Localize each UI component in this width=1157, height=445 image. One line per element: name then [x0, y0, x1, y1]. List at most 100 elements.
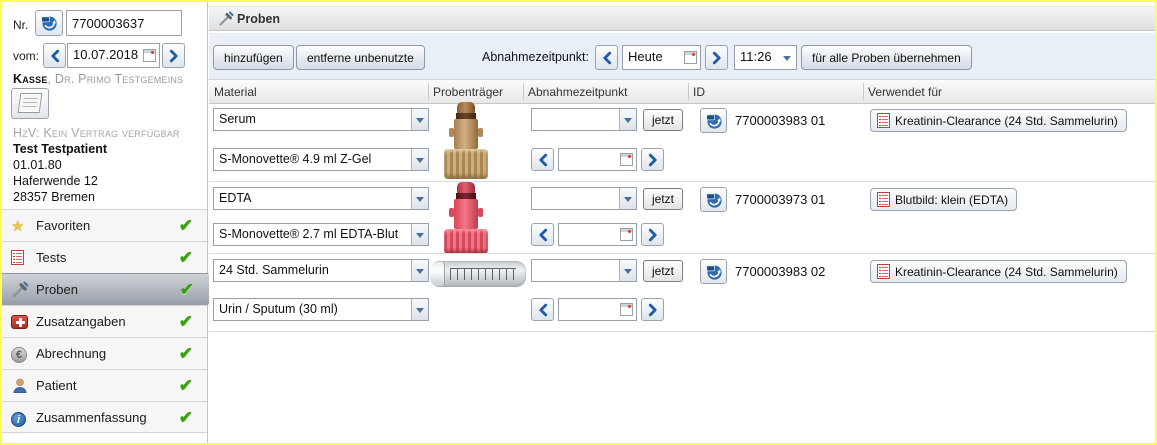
sample-id-button[interactable] — [700, 108, 727, 133]
print-form-button[interactable] — [11, 88, 49, 119]
chevron-down-icon — [416, 158, 424, 163]
serum-tube-image — [443, 102, 489, 180]
euro-coin-icon: € — [11, 345, 29, 363]
used-for-badge[interactable]: Kreatinin-Clearance (24 Std. Sammelurin) — [870, 109, 1127, 132]
collection-time-select-row[interactable] — [531, 187, 637, 210]
chevron-left-icon — [50, 49, 59, 62]
collection-date-field-row[interactable] — [558, 148, 637, 171]
test-document-icon — [877, 113, 890, 128]
toolbar: hinzufügen entferne unbenutzte Abnahmeze… — [209, 33, 1155, 79]
sample-id-icon — [706, 265, 722, 280]
sidebar-item-favoriten[interactable]: ★ Favoriten ✔ — [2, 209, 207, 241]
sample-id-button[interactable] — [700, 187, 727, 212]
previous-date-button[interactable] — [531, 298, 554, 321]
urine-tube-image — [430, 261, 526, 287]
chevron-right-icon — [648, 153, 657, 166]
next-date-button[interactable] — [641, 298, 664, 321]
add-sample-button[interactable]: hinzufügen — [213, 45, 294, 70]
calendar-icon[interactable] — [620, 153, 633, 166]
used-for-badge[interactable]: Blutbild: klein (EDTA) — [870, 188, 1018, 211]
apply-to-all-samples-button[interactable]: für alle Proben übernehmen — [801, 45, 972, 70]
collection-date-field[interactable]: Heute — [622, 45, 701, 70]
sample-id-button[interactable] — [700, 259, 727, 284]
sidebar-item-abrechnung[interactable]: € Abrechnung ✔ — [2, 337, 207, 369]
calendar-icon[interactable] — [143, 49, 156, 62]
set-time-now-button[interactable]: jetzt — [643, 188, 684, 210]
order-number-button[interactable] — [35, 10, 63, 36]
previous-day-button[interactable] — [595, 45, 618, 70]
set-time-now-button[interactable]: jetzt — [643, 109, 684, 131]
order-number-input[interactable] — [66, 10, 182, 36]
chevron-right-icon — [712, 51, 721, 64]
next-date-button[interactable] — [162, 43, 185, 68]
abnahmezeitpunkt-label: Abnahmezeitpunkt: — [481, 50, 589, 64]
chevron-down-icon — [416, 269, 424, 274]
calendar-icon[interactable] — [620, 303, 633, 316]
chevron-down-icon — [416, 308, 424, 313]
used-for-badge[interactable]: Kreatinin-Clearance (24 Std. Sammelurin) — [870, 260, 1127, 283]
material-select[interactable]: EDTA — [213, 187, 429, 210]
sample-id-icon — [706, 193, 722, 208]
container-select[interactable]: Urin / Sputum (30 ml) — [213, 298, 429, 321]
chevron-down-icon — [624, 269, 632, 274]
order-date-label: vom: — [13, 49, 40, 63]
sample-id-icon — [41, 16, 57, 31]
sample-id-value: 7700003973 01 — [735, 192, 826, 207]
previous-date-button[interactable] — [43, 43, 66, 68]
calendar-icon[interactable] — [620, 228, 633, 241]
step-complete-check-icon: ✔ — [178, 408, 193, 427]
chevron-left-icon — [538, 303, 547, 316]
patient-name: Test Testpatient — [13, 142, 107, 156]
order-date-field[interactable]: 10.07.2018 — [67, 43, 160, 68]
pipette-icon — [219, 11, 234, 26]
proben-panel: Proben hinzufügen entferne unbenutzte Ab… — [209, 2, 1155, 443]
next-day-button[interactable] — [705, 45, 728, 70]
wizard-nav: ★ Favoriten ✔ Tests ✔ Proben ✔ Zusatzang… — [2, 209, 222, 433]
chevron-right-icon — [648, 228, 657, 241]
collection-time-select[interactable]: 11:26 — [734, 45, 797, 70]
collection-date-field-row[interactable] — [558, 223, 637, 246]
remove-unused-button[interactable]: entferne unbenutzte — [296, 45, 425, 70]
collection-date-field-row[interactable] — [558, 298, 637, 321]
sample-id-value: 7700003983 02 — [735, 264, 826, 279]
chevron-down-icon — [624, 197, 632, 202]
collection-time-select-row[interactable] — [531, 108, 637, 131]
test-document-icon — [877, 264, 890, 279]
previous-date-button[interactable] — [531, 223, 554, 246]
patient-street: Haferwende 12 — [13, 174, 98, 188]
test-document-icon — [877, 192, 890, 207]
hzv-notice: HzV: Kein Vertrag verfügbar — [13, 126, 180, 140]
order-number-label: Nr. — [13, 18, 29, 32]
chevron-right-icon — [648, 303, 657, 316]
chevron-right-icon — [169, 49, 178, 62]
star-icon: ★ — [11, 218, 25, 235]
sidebar-item-zusammenfassung[interactable]: i Zusammenfassung ✔ — [2, 401, 207, 433]
sample-id-icon — [706, 114, 722, 129]
next-date-button[interactable] — [641, 223, 664, 246]
sidebar-item-zusatzangaben[interactable]: Zusatzangaben ✔ — [2, 305, 207, 337]
chevron-left-icon — [538, 153, 547, 166]
person-icon — [11, 377, 29, 395]
container-select[interactable]: S-Monovette® 4.9 ml Z-Gel — [213, 148, 429, 171]
column-header-id: ID — [693, 85, 705, 99]
container-select[interactable]: S-Monovette® 2.7 ml EDTA-Blut — [213, 223, 429, 246]
chevron-down-icon — [416, 233, 424, 238]
sidebar-item-tests[interactable]: Tests ✔ — [2, 241, 207, 273]
insurer-line: Kasse, Dr. Primo Testgemeins — [13, 72, 184, 86]
collection-time-select-row[interactable] — [531, 259, 637, 282]
calendar-icon[interactable] — [684, 51, 697, 64]
patient-city: 28357 Bremen — [13, 190, 96, 204]
sidebar-item-proben[interactable]: Proben ✔ — [2, 273, 222, 305]
sample-id-value: 7700003983 01 — [735, 113, 826, 128]
tests-document-icon — [11, 250, 29, 268]
material-select[interactable]: 24 Std. Sammelurin — [213, 259, 429, 282]
table-header-row: Material Probenträger Abnahmezeitpunkt I… — [209, 79, 1155, 104]
set-time-now-button[interactable]: jetzt — [643, 260, 684, 282]
next-date-button[interactable] — [641, 148, 664, 171]
sidebar-item-patient[interactable]: Patient ✔ — [2, 369, 207, 401]
chevron-down-icon — [624, 118, 632, 123]
step-complete-check-icon: ✔ — [178, 376, 193, 395]
material-select[interactable]: Serum — [213, 108, 429, 131]
previous-date-button[interactable] — [531, 148, 554, 171]
chevron-down-icon — [783, 56, 791, 61]
